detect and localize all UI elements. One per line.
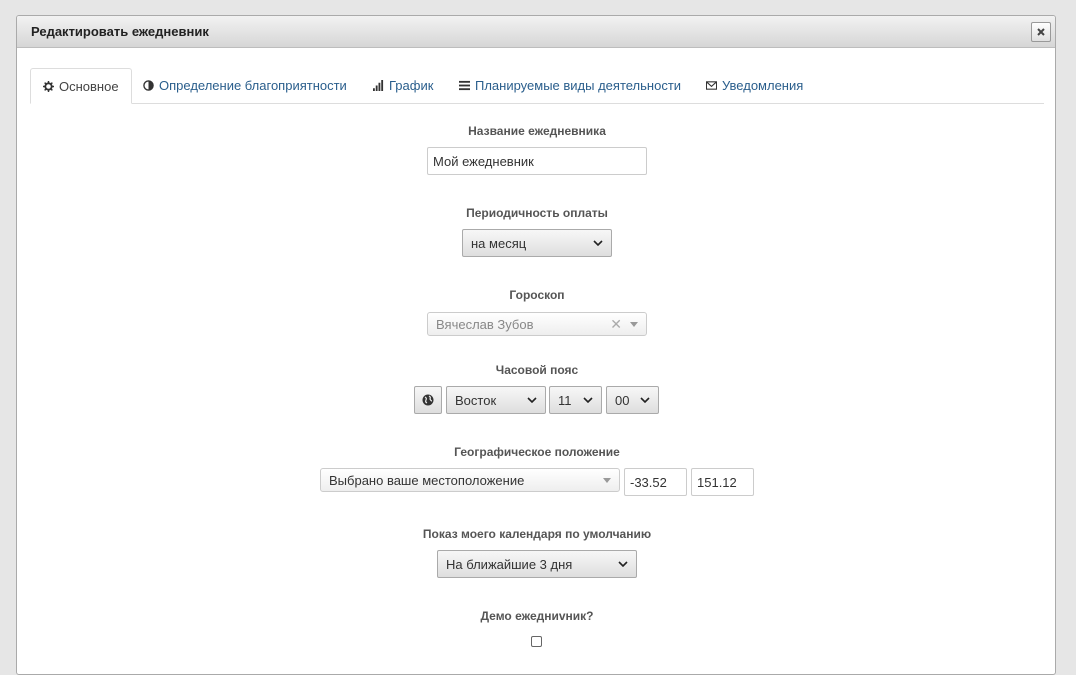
timezone-minutes-value: 00 bbox=[615, 392, 630, 408]
chevron-down-icon bbox=[527, 397, 537, 403]
close-icon bbox=[1037, 28, 1045, 36]
half-circle-icon bbox=[143, 80, 154, 91]
tab-favorability[interactable]: Определение благоприятности bbox=[131, 68, 359, 104]
dropdown-arrow-icon bbox=[603, 477, 611, 483]
clear-icon[interactable]: ✕ bbox=[610, 316, 622, 333]
longitude-input[interactable] bbox=[691, 468, 754, 496]
demo-label: Демо ежедниvник? bbox=[480, 609, 594, 623]
timezone-hours-value: 11 bbox=[558, 392, 572, 408]
payment-period-value: на месяц bbox=[471, 235, 527, 251]
horoscope-value: Вячеслав Зубов bbox=[436, 316, 534, 332]
tab-favorability-label: Определение благоприятности bbox=[159, 78, 347, 93]
edit-diary-dialog: Редактировать ежедневник Основное Опреде… bbox=[16, 15, 1056, 675]
tab-chart-label: График bbox=[389, 78, 434, 93]
chevron-down-icon bbox=[583, 397, 593, 403]
location-value: Выбрано ваше местоположение bbox=[329, 472, 525, 488]
demo-checkbox[interactable] bbox=[531, 636, 542, 647]
dialog-titlebar: Редактировать ежедневник bbox=[17, 16, 1055, 48]
payment-period-select[interactable]: на месяц bbox=[462, 229, 612, 257]
diary-name-input[interactable] bbox=[427, 147, 647, 175]
timezone-direction-select[interactable]: Восток bbox=[446, 386, 546, 414]
dropdown-arrow-icon bbox=[630, 321, 638, 327]
timezone-hours-select[interactable]: 11 bbox=[549, 386, 602, 414]
chevron-down-icon bbox=[593, 240, 603, 246]
chevron-down-icon bbox=[618, 561, 628, 567]
list-icon bbox=[459, 80, 470, 91]
close-button[interactable] bbox=[1031, 22, 1051, 42]
timezone-label: Часовой пояс bbox=[495, 363, 579, 377]
horoscope-select[interactable]: Вячеслав Зубов ✕ bbox=[427, 312, 647, 336]
gear-icon bbox=[43, 81, 54, 92]
envelope-icon bbox=[706, 81, 717, 90]
location-label: Географическое положение bbox=[454, 445, 620, 459]
tab-notifications[interactable]: Уведомления bbox=[694, 68, 815, 104]
tab-activities[interactable]: Планируемые виды деятельности bbox=[447, 68, 693, 104]
tab-general[interactable]: Основное bbox=[30, 68, 132, 104]
diary-name-label: Название ежедневника bbox=[468, 124, 606, 138]
tab-chart[interactable]: График bbox=[361, 68, 445, 104]
chevron-down-icon bbox=[640, 397, 650, 403]
tab-notifications-label: Уведомления bbox=[722, 78, 804, 93]
timezone-minutes-select[interactable]: 00 bbox=[606, 386, 659, 414]
location-select[interactable]: Выбрано ваше местоположение bbox=[320, 468, 620, 492]
calendar-default-label: Показ моего календаря по умолчанию bbox=[422, 527, 652, 541]
timezone-direction-value: Восток bbox=[455, 392, 497, 408]
tab-general-label: Основное bbox=[59, 79, 119, 94]
horoscope-label: Гороскоп bbox=[509, 288, 565, 302]
calendar-default-select[interactable]: На ближайшие 3 дня bbox=[437, 550, 637, 578]
tab-bar: Основное Определение благоприятности Гра… bbox=[30, 68, 1044, 104]
payment-period-label: Периодичность оплаты bbox=[466, 206, 608, 220]
calendar-default-value: На ближайшие 3 дня bbox=[446, 556, 573, 572]
tab-activities-label: Планируемые виды деятельности bbox=[475, 78, 682, 93]
latitude-input[interactable] bbox=[624, 468, 687, 496]
dialog-title: Редактировать ежедневник bbox=[31, 24, 209, 39]
detect-timezone-button[interactable] bbox=[414, 386, 442, 414]
globe-icon bbox=[422, 394, 434, 406]
signal-bars-icon bbox=[373, 80, 384, 91]
